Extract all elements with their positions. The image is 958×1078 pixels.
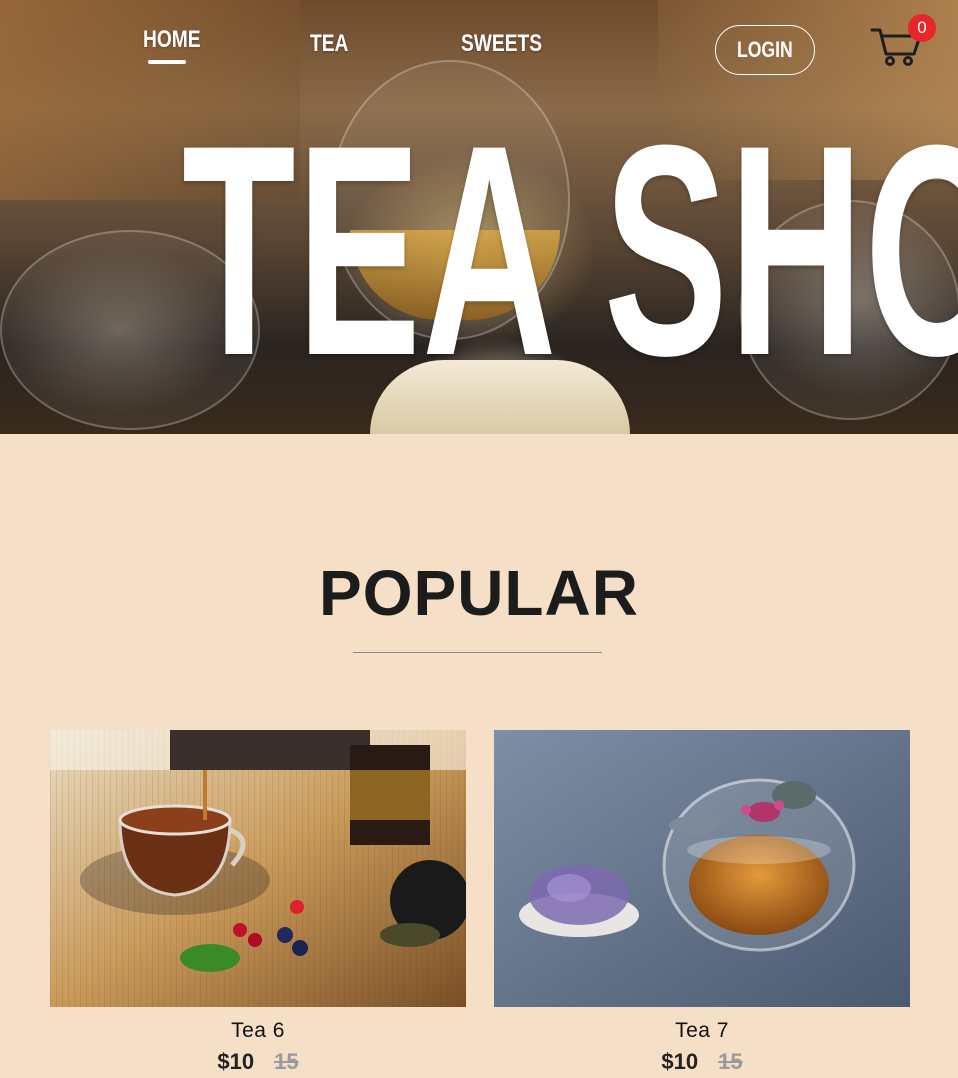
product-image[interactable] [494, 730, 910, 1007]
product-name: Tea 7 [675, 1019, 729, 1042]
section-divider [353, 652, 602, 653]
hero-banner: TEA SHOP [0, 0, 958, 434]
nav-sweets-link[interactable]: SWEETS [461, 30, 542, 58]
product-price: $10 15 [50, 1049, 466, 1075]
product-card: Tea 7 $10 15 [494, 730, 910, 1075]
product-image[interactable] [50, 730, 466, 1007]
nav-tea-link[interactable]: TEA [310, 30, 348, 58]
product-price: $10 15 [494, 1049, 910, 1075]
current-price: $10 [661, 1049, 699, 1074]
nav-active-indicator [148, 60, 186, 64]
section-title: POPULAR [319, 557, 639, 629]
hero-title: TEA SHOP [182, 82, 958, 418]
login-button[interactable]: LOGIN [715, 25, 815, 75]
original-price: 15 [274, 1049, 299, 1074]
cart-count-badge: 0 [908, 14, 936, 42]
current-price: $10 [217, 1049, 255, 1074]
nav-home-link[interactable]: HOME [143, 26, 201, 54]
product-card: Tea 6 $10 15 [50, 730, 466, 1075]
login-button-label: LOGIN [737, 37, 793, 62]
original-price: 15 [718, 1049, 743, 1074]
product-name: Tea 6 [231, 1019, 285, 1042]
